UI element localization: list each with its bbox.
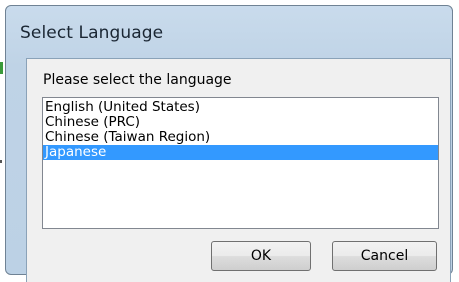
- list-item-chinese-taiwan[interactable]: Chinese (Taiwan Region): [43, 130, 438, 145]
- background-window-mark: [0, 160, 2, 163]
- screen: Select Language Please select the langua…: [0, 0, 459, 282]
- list-item-chinese-prc[interactable]: Chinese (PRC): [43, 115, 438, 130]
- cancel-button[interactable]: Cancel: [332, 241, 437, 271]
- select-language-dialog: Select Language Please select the langua…: [5, 5, 453, 282]
- dialog-client-area: Please select the language English (Unit…: [26, 58, 451, 282]
- list-item-english-us[interactable]: English (United States): [43, 100, 438, 115]
- ok-button[interactable]: OK: [211, 241, 311, 271]
- dialog-title: Select Language: [20, 23, 164, 43]
- language-prompt-label: Please select the language: [43, 72, 232, 88]
- language-listbox[interactable]: English (United States) Chinese (PRC) Ch…: [42, 97, 439, 229]
- list-item-japanese[interactable]: Japanese: [43, 145, 438, 160]
- background-window-edge: [0, 62, 3, 74]
